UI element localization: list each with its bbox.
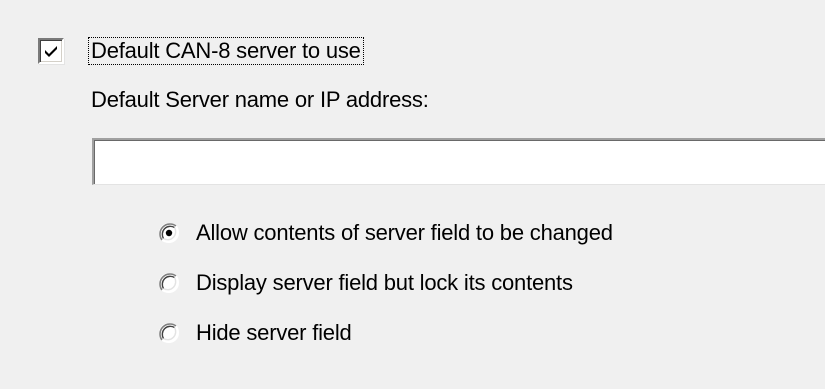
radio-label-hide-field[interactable]: Hide server field [196, 319, 352, 347]
server-name-label: Default Server name or IP address: [91, 87, 429, 112]
server-settings-panel: Default CAN-8 server to use Default Serv… [0, 0, 825, 389]
default-server-checkbox[interactable] [38, 38, 64, 64]
radio-button-unselected[interactable] [158, 322, 180, 344]
default-server-checkbox-label[interactable]: Default CAN-8 server to use [88, 37, 364, 65]
radio-option-lock-contents[interactable]: Display server field but lock its conten… [158, 266, 573, 300]
radio-button-selected[interactable] [158, 222, 180, 244]
radio-option-allow-change[interactable]: Allow contents of server field to be cha… [158, 216, 613, 250]
server-name-input[interactable] [92, 138, 825, 185]
checkmark-icon [45, 46, 57, 57]
radio-label-allow-change[interactable]: Allow contents of server field to be cha… [196, 219, 613, 247]
radio-option-hide-field[interactable]: Hide server field [158, 316, 352, 350]
radio-button-unselected[interactable] [158, 272, 180, 294]
radio-label-lock-contents[interactable]: Display server field but lock its conten… [196, 269, 573, 297]
